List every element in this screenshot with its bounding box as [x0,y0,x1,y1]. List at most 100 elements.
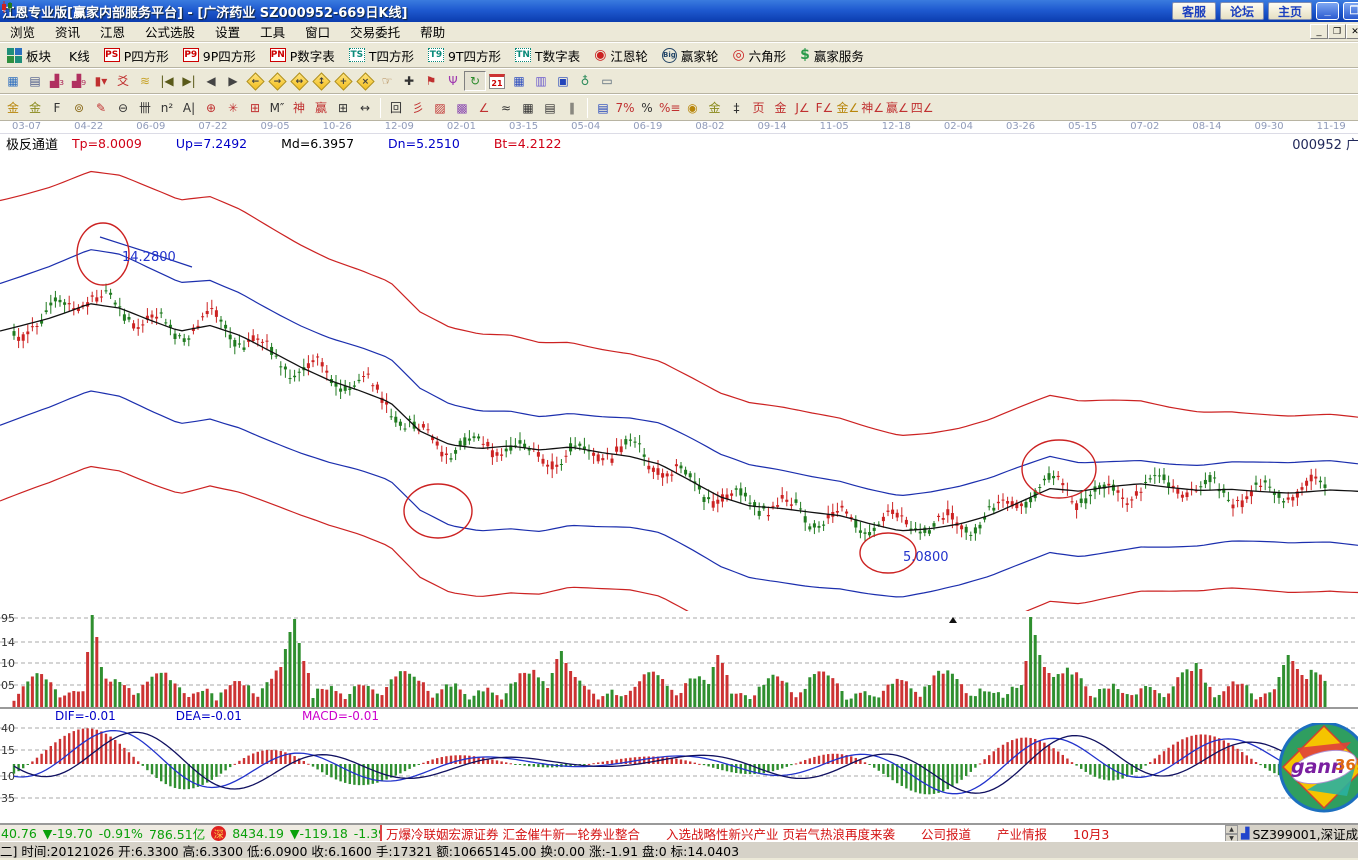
n2-icon[interactable]: n² [156,98,178,118]
compress-h-icon[interactable]: ↕ [310,71,332,91]
toolbar-winner-wheel-button[interactable]: Big赢家轮 [655,44,726,66]
toolbar-gann-wheel-button[interactable]: ◉江恩轮 [587,44,655,66]
toolbar-t-table-button[interactable]: TNT数字表 [508,44,587,66]
toolbar-blocks-button[interactable]: 板块 [0,44,58,66]
grid-125-icon[interactable]: ⊞ [332,98,354,118]
toolbar-hexagon-button[interactable]: ◎六角形 [725,44,793,66]
grid-fine-icon[interactable]: ▦ [517,98,539,118]
shift-right-icon[interactable]: → [266,71,288,91]
measure-icon[interactable]: ‡ [725,98,747,118]
box-tool-icon[interactable]: 回 [385,98,407,118]
m-mark-icon[interactable]: M″ [266,98,288,118]
last-icon[interactable]: ▶| [178,71,200,91]
rank-icon[interactable]: ≋ [134,71,156,91]
next-icon[interactable]: ▶ [222,71,244,91]
expand-h-icon[interactable]: ↔ [288,71,310,91]
star-grid-icon[interactable]: ✳ [222,98,244,118]
gold-square-icon[interactable]: 金 [2,98,24,118]
expand-all-icon[interactable]: + [332,71,354,91]
main-kline-chart[interactable]: 14.28005.0800 [0,153,1358,611]
calendar-icon[interactable]: 21 [486,71,508,91]
globe-icon[interactable]: ⊖ [112,98,134,118]
grid-coarse-icon[interactable]: ▤ [539,98,561,118]
ying-icon[interactable]: 赢 [310,98,332,118]
wave-icon[interactable]: ≈ [495,98,517,118]
fib-icon[interactable]: F [46,98,68,118]
menu-item-6[interactable]: 窗口 [295,22,340,41]
remote-icon[interactable]: ▭ [596,71,618,91]
pattern-icon[interactable]: 爻 [112,71,134,91]
a-line-icon[interactable]: A| [178,98,200,118]
pct-lines-icon[interactable]: %≡ [658,98,681,118]
draw-pen-icon[interactable]: ✎ [90,98,112,118]
toolbar-p-table-button[interactable]: PNP数字表 [263,44,342,66]
homepage-button[interactable]: 主页 [1268,2,1312,20]
spiral-icon[interactable]: ⊚ [68,98,90,118]
toolbar-9t-square-button[interactable]: T99T四方形 [421,44,508,66]
hand-icon[interactable]: ☞ [376,71,398,91]
macd-pane[interactable]: 40151035 gann369 [0,723,1358,823]
cycle-icon[interactable]: ↻ [464,71,486,91]
fan-color-icon[interactable]: ▩ [451,98,473,118]
toolbar-kline-button[interactable]: K线 [58,44,97,66]
spinner-down-icon[interactable]: ▼ [1225,834,1238,841]
prev-icon[interactable]: ◀ [200,71,222,91]
toolbar-t-square-button[interactable]: TST四方形 [342,44,421,66]
ying-angle-icon[interactable]: 赢∠ [885,98,910,118]
volume-pane[interactable]: 95141005 [0,611,1358,707]
circle-cross-icon[interactable]: ⊕ [200,98,222,118]
child-close-button[interactable]: ✕ [1346,24,1358,39]
pct7-icon[interactable]: 7% [614,98,636,118]
child-minimize-button[interactable]: _ [1310,24,1328,39]
chart-3-icon[interactable]: ▟₃ [46,71,68,91]
menu-item-1[interactable]: 资讯 [45,22,90,41]
parallel-icon[interactable]: ∥ [561,98,583,118]
child-restore-button[interactable]: ❐ [1328,24,1346,39]
f-angle-icon[interactable]: F∠ [813,98,835,118]
si-angle-icon[interactable]: 四∠ [910,98,935,118]
gold-underline-icon[interactable]: 金 [769,98,791,118]
shift-left-icon[interactable]: ← [244,71,266,91]
restore-button[interactable]: ❐ [1343,2,1358,20]
gold-angle-icon[interactable]: 金∠ [835,98,860,118]
compress-all-icon[interactable]: × [354,71,376,91]
menu-item-0[interactable]: 浏览 [0,22,45,41]
toolbar-winner-service-button[interactable]: $赢家服务 [793,44,871,66]
customer-service-button[interactable]: 客服 [1172,2,1216,20]
ticker-spinner[interactable]: ▲ ▼ [1225,825,1238,841]
gold-lines-icon[interactable]: 金 [703,98,725,118]
candle-style-icon[interactable]: ▮▾ [90,71,112,91]
first-icon[interactable]: |◀ [156,71,178,91]
menu-item-3[interactable]: 公式选股 [135,22,205,41]
index-selector[interactable]: ▟ SZ399001,深证成 [1238,825,1358,841]
fan-lines-icon[interactable]: 彡 [407,98,429,118]
page-lines-icon[interactable]: 页 [747,98,769,118]
calculator-icon[interactable]: ▦ [508,71,530,91]
gold-circle-icon[interactable]: ◉ [681,98,703,118]
notes-icon[interactable]: ▥ [530,71,552,91]
info-doc-icon[interactable]: ▤ [24,71,46,91]
crosshair-icon[interactable]: ✚ [398,71,420,91]
square-grid-icon[interactable]: ⊞ [244,98,266,118]
mark-icon[interactable]: ⚑ [420,71,442,91]
j-angle-icon[interactable]: J∠ [791,98,813,118]
menu-item-2[interactable]: 江恩 [90,22,135,41]
menu-item-8[interactable]: 帮助 [410,22,455,41]
toolbar-p-square-button[interactable]: PSP四方形 [97,44,176,66]
shen-angle-icon[interactable]: 神∠ [860,98,885,118]
stock-pick-icon[interactable]: ▦ [2,71,24,91]
h-range-icon[interactable]: ↔ [354,98,376,118]
web-icon[interactable]: ♁ [574,71,596,91]
stats-icon[interactable]: ▤ [592,98,614,118]
menu-item-7[interactable]: 交易委托 [340,22,410,41]
comb-icon[interactable]: 卌 [134,98,156,118]
news-ticker[interactable]: 万爆冷联姻宏源证券 汇金催牛新一轮券业整合入选战略性新兴产业 页岩气热浪再度来袭… [380,825,1225,841]
minimize-button[interactable]: _ [1316,2,1339,20]
save-icon[interactable]: ▣ [552,71,574,91]
pct-icon[interactable]: % [636,98,658,118]
needle-icon[interactable]: Ψ [442,71,464,91]
fan-area-icon[interactable]: ▨ [429,98,451,118]
forum-button[interactable]: 论坛 [1220,2,1264,20]
toolbar-9p-square-button[interactable]: P99P四方形 [176,44,263,66]
shen-icon[interactable]: 神 [288,98,310,118]
